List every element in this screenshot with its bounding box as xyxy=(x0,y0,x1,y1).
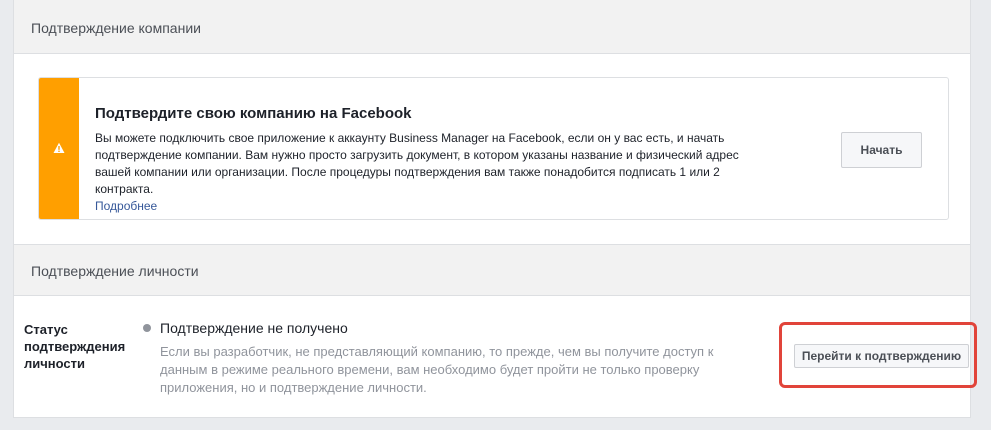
warning-accent-strip xyxy=(39,78,79,219)
company-verification-header: Подтверждение компании xyxy=(14,0,970,54)
identity-status-value: Подтверждение не получено xyxy=(160,320,348,336)
identity-verification-header: Подтверждение личности xyxy=(14,244,970,296)
company-card-title: Подтвердите свою компанию на Facebook xyxy=(95,105,412,122)
learn-more-link[interactable]: Подробнее xyxy=(95,198,157,215)
warning-icon xyxy=(53,142,65,153)
go-to-verification-button[interactable]: Перейти к подтверждению xyxy=(794,344,969,368)
identity-status-description: Если вы разработчик, не представляющий к… xyxy=(160,344,714,395)
company-verification-card: Подтвердите свою компанию на Facebook Вы… xyxy=(38,77,949,220)
status-dot-icon xyxy=(143,324,151,332)
company-card-description: Вы можете подключить свое приложение к а… xyxy=(95,131,739,196)
company-card-body: Вы можете подключить свое приложение к а… xyxy=(95,130,775,215)
start-button[interactable]: Начать xyxy=(841,132,922,168)
identity-status-label: Статус подтверждения личности xyxy=(24,322,126,371)
